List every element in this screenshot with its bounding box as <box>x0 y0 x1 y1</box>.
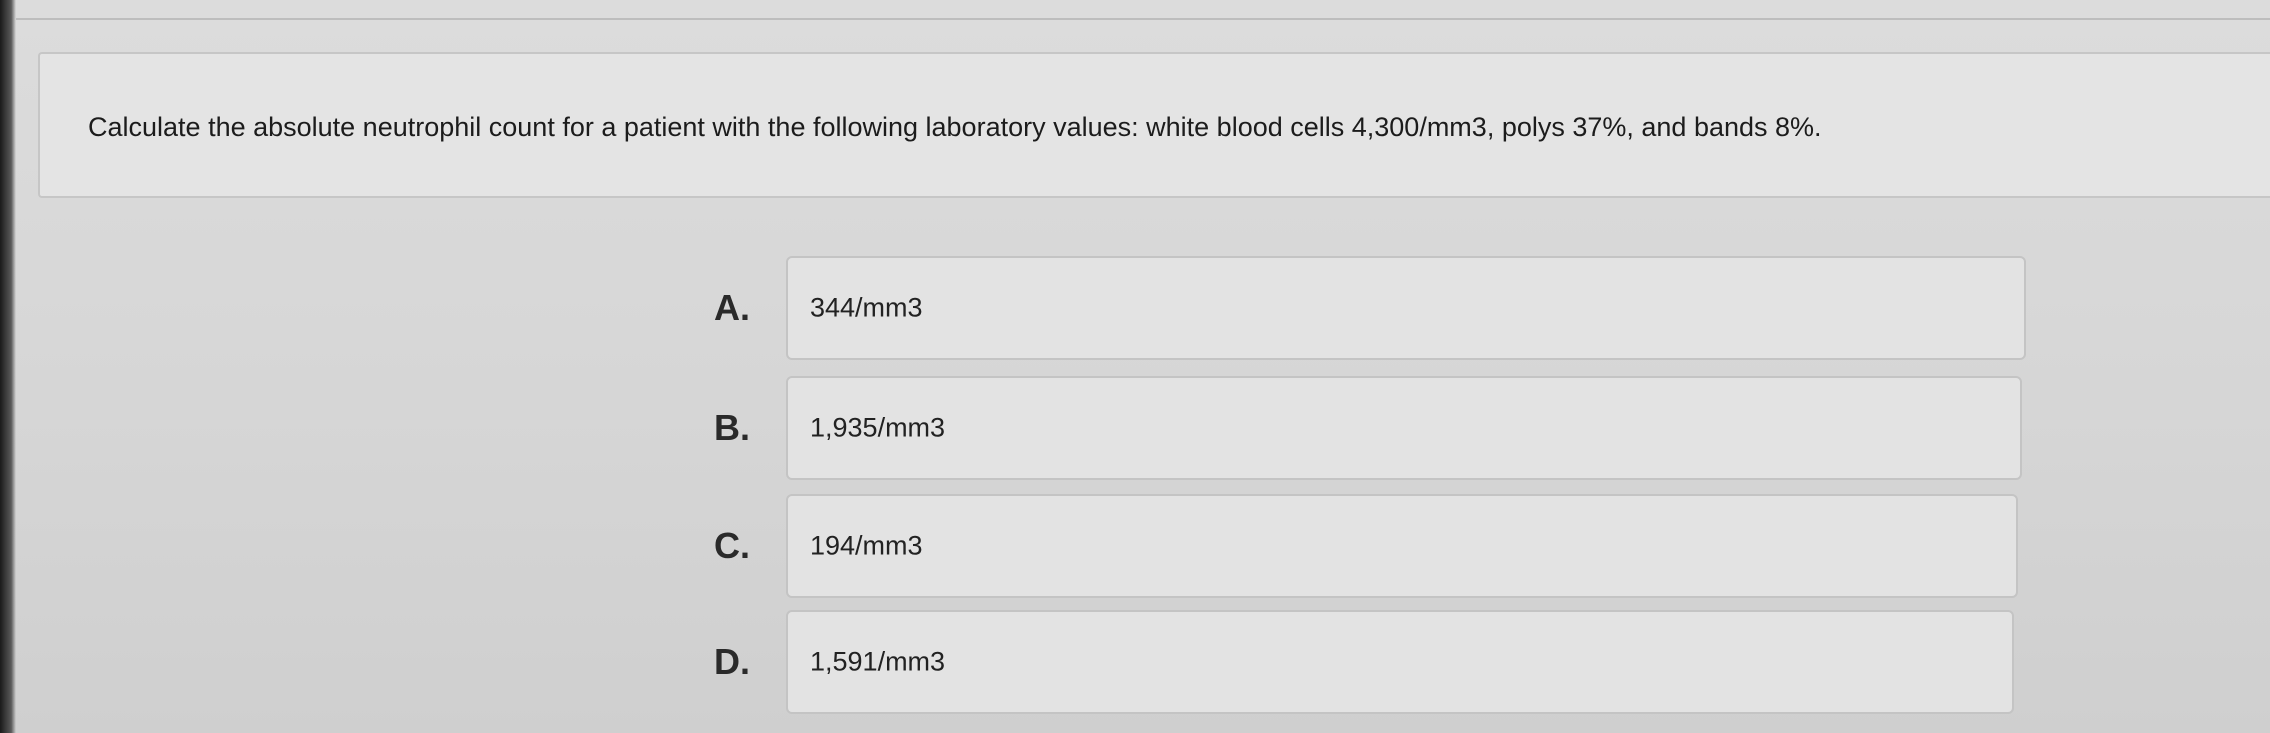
option-b-button[interactable]: 1,935/mm3 <box>786 376 2022 480</box>
option-d: D. 1,591/mm3 <box>700 610 2030 714</box>
option-d-button[interactable]: 1,591/mm3 <box>786 610 2014 714</box>
option-c-button[interactable]: 194/mm3 <box>786 494 2018 598</box>
option-c-text: 194/mm3 <box>810 530 923 561</box>
option-c: C. 194/mm3 <box>700 494 2030 598</box>
option-a-button[interactable]: 344/mm3 <box>786 256 2026 360</box>
option-a-text: 344/mm3 <box>810 292 923 323</box>
option-c-letter: C. <box>714 525 750 566</box>
option-b-letter: B. <box>714 407 750 448</box>
option-a: A. 344/mm3 <box>700 256 2030 360</box>
option-b: B. 1,935/mm3 <box>700 376 2030 480</box>
option-d-letter: D. <box>714 641 750 682</box>
option-d-text: 1,591/mm3 <box>810 646 946 677</box>
option-a-letter: A. <box>714 287 750 328</box>
answer-options: A. 344/mm3 B. 1,935/mm3 C. 194/mm3 D. 1,… <box>0 0 2270 733</box>
option-b-text: 1,935/mm3 <box>810 412 946 443</box>
